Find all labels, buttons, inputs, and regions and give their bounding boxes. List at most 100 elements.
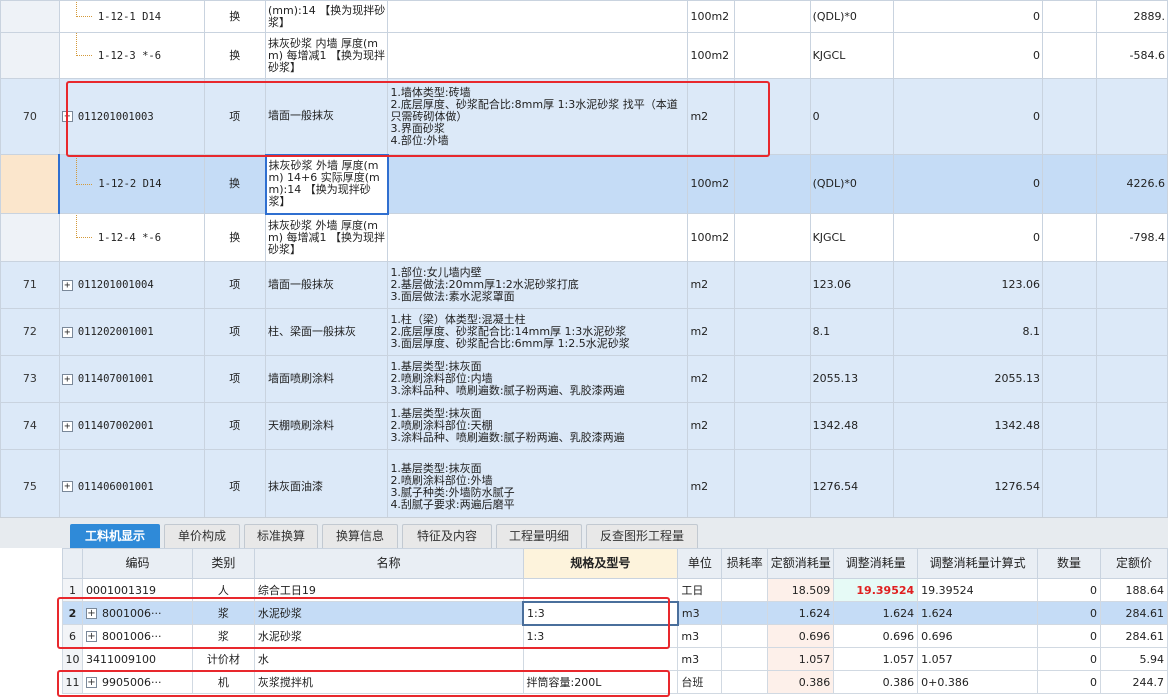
col-header-quota-price[interactable]: 定额价: [1099, 548, 1168, 579]
resource-code: 3411009100: [81, 647, 193, 671]
tab-reverse-lookup-quantity[interactable]: 反查图形工程量: [586, 524, 698, 548]
resource-category: 人: [191, 578, 255, 602]
adjusted-formula[interactable]: 19.39524: [917, 578, 1039, 602]
col-header-code[interactable]: 编码: [81, 548, 193, 579]
table-row-selected[interactable]: 1-12-2 D14 换 抹灰砂浆 外墙 厚度(mm) 14+6 实际厚度(mm…: [0, 153, 1168, 215]
resource-spec[interactable]: [522, 578, 679, 602]
table-row[interactable]: 6 +8001006··· 浆 水泥砂浆 1:3 m3 0.696 0.696 …: [62, 624, 1168, 648]
table-row[interactable]: 1 0001001319 人 综合工日19 工日 18.509 19.39524…: [62, 578, 1168, 602]
item-features: 1.部位:女儿墙内壁 2.基层做法:20mm厚1:2水泥砂浆打底 3.面层做法:…: [387, 261, 689, 309]
qty-expression[interactable]: 8.1: [809, 308, 894, 356]
col-header-loss-rate[interactable]: 损耗率: [721, 548, 769, 579]
table-row[interactable]: 70 −011201001003 项 墙面一般抹灰 1.墙体类型:砖墙 2.底层…: [0, 78, 1168, 155]
qty-expression[interactable]: 1342.48: [809, 402, 894, 450]
unit-price: 4226.6: [1096, 154, 1168, 214]
tree-connector: [75, 1, 92, 17]
expand-icon[interactable]: +: [61, 420, 73, 432]
table-row[interactable]: 11 +9905006··· 机 灰浆搅拌机 拌筒容量:200L 台班 0.38…: [62, 670, 1168, 694]
item-name[interactable]: 抹灰砂浆 外墙 厚度(mm) 14+6 实际厚度(mm):14 【换为现拌砂浆】: [264, 153, 389, 215]
qty-expression[interactable]: KJGCL: [809, 32, 894, 79]
resource-loss-rate[interactable]: [721, 670, 769, 694]
adjusted-formula[interactable]: 0.696: [917, 624, 1039, 648]
item-code: 011406001001: [77, 480, 154, 493]
table-row[interactable]: 1-12-1 D14 换 (mm):14 【换为现拌砂浆】 100m2 (QDL…: [0, 0, 1168, 33]
col-header-category[interactable]: 类别: [191, 548, 255, 579]
col-header-quantity[interactable]: 数量: [1037, 548, 1101, 579]
adjusted-formula[interactable]: 1.057: [917, 647, 1039, 671]
item-features: 1.墙体类型:砖墙 2.底层厚度、砂浆配合比:8mm厚 1:3水泥砂浆 找平（本…: [387, 78, 689, 155]
tree-connector: [76, 155, 93, 185]
unit-price: [1096, 261, 1168, 309]
adjusted-consumption[interactable]: 1.057: [833, 647, 919, 671]
resource-category: 机: [191, 670, 255, 694]
resource-category: 浆: [191, 601, 255, 625]
resource-code: 0001001319: [81, 578, 193, 602]
col-header-spec[interactable]: 规格及型号: [522, 548, 679, 579]
adjusted-formula[interactable]: 0+0.386: [917, 670, 1039, 694]
adjusted-consumption[interactable]: 0.386: [833, 670, 919, 694]
collapse-icon[interactable]: −: [61, 111, 73, 122]
resource-name: 水泥砂浆: [253, 624, 524, 648]
item-type: 项: [203, 261, 267, 309]
table-row[interactable]: 1-12-3 *-6 换 抹灰砂浆 内墙 厚度(mm) 每增减1 【换为现拌砂浆…: [0, 32, 1168, 79]
table-row[interactable]: 1-12-4 *-6 换 抹灰砂浆 外墙 厚度(mm) 每增减1 【换为现拌砂浆…: [0, 213, 1168, 262]
tab-unit-price-composition[interactable]: 单价构成: [164, 524, 240, 548]
resource-loss-rate[interactable]: [721, 647, 769, 671]
item-type: 项: [203, 402, 267, 450]
expand-icon[interactable]: +: [85, 677, 97, 688]
quantity: 123.06: [892, 261, 1044, 309]
adjusted-consumption[interactable]: 0.696: [833, 624, 919, 648]
col-header-quota-consumption[interactable]: 定额消耗量: [767, 548, 835, 579]
item-code: 1-12-2 D14: [98, 178, 162, 190]
table-row[interactable]: 10 3411009100 计价材 水 m3 1.057 1.057 1.057…: [62, 647, 1168, 671]
tab-conversion-info[interactable]: 换算信息: [322, 524, 398, 548]
table-row[interactable]: 72 +011202001001 项 柱、梁面一般抹灰 1.柱（梁）体类型:混凝…: [0, 308, 1168, 356]
expand-icon[interactable]: +: [85, 631, 97, 642]
qty-expression[interactable]: (QDL)*0: [809, 0, 894, 33]
col-header-unit[interactable]: 单位: [677, 548, 723, 579]
expand-icon[interactable]: +: [61, 481, 73, 492]
tab-labor-material-machine[interactable]: 工料机显示: [70, 524, 160, 548]
row-number: 6: [62, 624, 83, 648]
adjusted-formula[interactable]: 1.624: [917, 601, 1039, 625]
expand-icon[interactable]: +: [61, 279, 73, 291]
resource-spec[interactable]: 拌筒容量:200L: [522, 670, 679, 694]
adjusted-consumption[interactable]: 1.624: [833, 601, 919, 625]
col-header-adjusted-consumption[interactable]: 调整消耗量: [833, 548, 919, 579]
resource-code: 8001006···: [101, 606, 162, 620]
resource-loss-rate[interactable]: [721, 601, 769, 625]
qty-expression[interactable]: (QDL)*0: [809, 154, 894, 214]
item-features: 1.基层类型:抹灰面 2.喷刷涂料部位:外墙 3.腻子种类:外墙防水腻子 4.刮…: [387, 449, 689, 517]
col-header-name[interactable]: 名称: [253, 548, 524, 579]
adjusted-consumption[interactable]: 19.39524: [833, 578, 919, 602]
resource-loss-rate[interactable]: [721, 578, 769, 602]
resource-spec[interactable]: [522, 647, 679, 671]
item-features: 1.基层类型:抹灰面 2.喷刷涂料部位:内墙 3.涂料品种、喷刷遍数:腻子粉两遍…: [387, 355, 689, 403]
expand-icon[interactable]: +: [61, 373, 73, 385]
resource-category: 计价材: [191, 647, 255, 671]
qty-expression[interactable]: 0: [809, 78, 894, 155]
expand-icon[interactable]: +: [85, 608, 97, 619]
tab-quantity-details[interactable]: 工程量明细: [496, 524, 582, 548]
resource-loss-rate[interactable]: [721, 624, 769, 648]
col-header-adjusted-formula[interactable]: 调整消耗量计算式: [917, 548, 1039, 579]
expand-icon[interactable]: +: [61, 326, 73, 338]
qty-expression[interactable]: 123.06: [809, 261, 894, 309]
table-row[interactable]: 75 +011406001001 项 抹灰面油漆 1.基层类型:抹灰面 2.喷刷…: [0, 449, 1168, 517]
table-row[interactable]: 74 +011407002001 项 天棚喷刷涂料 1.基层类型:抹灰面 2.喷…: [0, 402, 1168, 450]
item-code: 011407002001: [77, 420, 154, 432]
qty-expression[interactable]: KJGCL: [809, 213, 894, 262]
qty-expression[interactable]: 1276.54: [809, 449, 894, 517]
quantity: 0: [892, 154, 1044, 214]
table-row[interactable]: 71 +011201001004 项 墙面一般抹灰 1.部位:女儿墙内壁 2.基…: [0, 261, 1168, 309]
item-type: 换: [203, 154, 267, 214]
table-row-selected[interactable]: 2 +8001006··· 浆 水泥砂浆 1:3 m3 1.624 1.624 …: [62, 600, 1168, 626]
item-code: 011202001001: [77, 326, 154, 338]
resource-spec[interactable]: 1:3: [522, 600, 679, 626]
resource-spec[interactable]: 1:3: [522, 624, 679, 648]
tab-standard-conversion[interactable]: 标准换算: [244, 524, 318, 548]
quantity: 0: [892, 78, 1044, 155]
tab-features-content[interactable]: 特征及内容: [402, 524, 492, 548]
qty-expression[interactable]: 2055.13: [809, 355, 894, 403]
table-row[interactable]: 73 +011407001001 项 墙面喷刷涂料 1.基层类型:抹灰面 2.喷…: [0, 355, 1168, 403]
